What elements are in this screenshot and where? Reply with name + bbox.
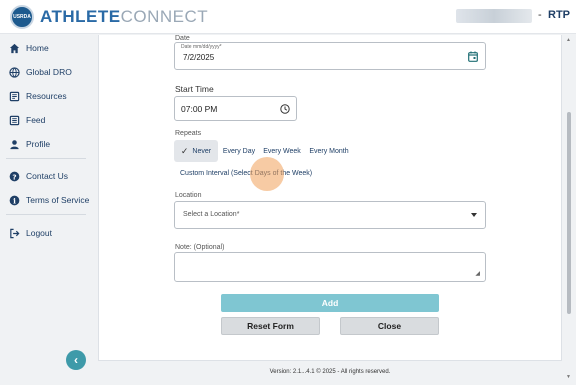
brand-name-light: CONNECT [120, 7, 209, 26]
user-org-code[interactable]: RTP [548, 9, 570, 21]
location-select[interactable]: Select a Location* [174, 201, 486, 229]
date-hint: Date mm/dd/yyyy* [181, 44, 222, 50]
feed-icon [9, 115, 20, 125]
repeat-option-custom-interval[interactable]: Custom Interval (Select Days of the Week… [180, 170, 312, 177]
app-logo[interactable]: ATHLETECONNECT [40, 7, 208, 27]
sidebar-divider [6, 158, 86, 159]
repeats-label: Repeats [175, 130, 202, 137]
note-textarea[interactable]: ◢ [174, 252, 486, 282]
date-label: Date [175, 35, 190, 42]
sidebar-divider [6, 214, 86, 215]
date-field[interactable]: Date mm/dd/yyyy* 7/2/2025 [174, 42, 486, 70]
repeat-option-every-day[interactable]: Every Day [220, 140, 258, 162]
sidebar-item-terms-of-service[interactable]: i Terms of Service [0, 190, 92, 210]
brand-name-bold: ATHLETE [40, 7, 121, 26]
sidebar-item-profile[interactable]: Profile [0, 134, 92, 154]
clock-icon[interactable] [280, 104, 290, 114]
repeat-option-label: Every Week [263, 147, 301, 155]
footer-version: Version: 2.1...4.1 © 2025 - All rights r… [269, 369, 391, 375]
sidebar-item-label: Home [26, 43, 49, 53]
scrollbar-thumb[interactable] [567, 112, 571, 314]
sidebar-item-label: Contact Us [26, 171, 69, 181]
info-icon: i [9, 195, 20, 205]
repeat-option-every-month[interactable]: Every Month [306, 140, 352, 162]
start-time-value: 07:00 PM [181, 104, 218, 114]
svg-text:?: ? [12, 172, 16, 181]
scroll-down-arrow-icon[interactable]: ▼ [566, 374, 571, 380]
repeat-option-never[interactable]: ✓ Never [174, 140, 218, 162]
sidebar-item-label: Logout [26, 228, 52, 238]
add-button[interactable]: Add [221, 294, 439, 312]
reset-form-button[interactable]: Reset Form [221, 317, 320, 335]
sidebar-item-label: Profile [26, 139, 51, 149]
question-icon: ? [9, 171, 20, 181]
sidebar-item-home[interactable]: Home [0, 38, 92, 58]
sidebar-item-global-dro[interactable]: Global DRO [0, 62, 92, 82]
book-icon [9, 91, 20, 101]
user-name-blurred [456, 9, 532, 23]
click-highlight [250, 157, 284, 191]
sidebar-item-label: Feed [26, 115, 46, 125]
top-bar: USRDA ATHLETECONNECT - RTP [0, 0, 576, 34]
sidebar-item-feed[interactable]: Feed [0, 110, 92, 130]
location-placeholder: Select a Location* [183, 211, 240, 218]
resize-handle-icon[interactable]: ◢ [475, 270, 480, 277]
location-label: Location [175, 192, 202, 199]
repeat-option-label: Every Month [309, 147, 349, 155]
user-separator: - [538, 9, 542, 21]
svg-text:i: i [13, 196, 16, 205]
note-label: Note: (Optional) [175, 244, 225, 251]
date-value: 7/2/2025 [183, 53, 215, 62]
sidebar: Home Global DRO Resources Feed Profile ?… [0, 35, 92, 385]
start-time-label: Start Time [175, 84, 214, 94]
sidebar-item-label: Global DRO [26, 67, 72, 77]
globe-icon [9, 66, 20, 78]
sidebar-item-resources[interactable]: Resources [0, 86, 92, 106]
logo-badge: USRDA [10, 5, 34, 29]
chevron-left-icon: ‹ [74, 353, 78, 367]
sidebar-item-logout[interactable]: Logout [0, 223, 92, 243]
collapse-sidebar-button[interactable]: ‹ [66, 350, 86, 370]
sidebar-item-label: Resources [26, 91, 67, 101]
repeat-option-label: Never [192, 147, 212, 155]
check-icon: ✓ [180, 145, 189, 156]
logout-icon [10, 228, 20, 238]
event-form-panel [98, 35, 562, 361]
start-time-field[interactable]: 07:00 PM [174, 96, 297, 121]
sidebar-item-contact-us[interactable]: ? Contact Us [0, 166, 92, 186]
calendar-icon[interactable] [468, 51, 478, 62]
user-icon [10, 139, 19, 149]
home-icon [9, 43, 20, 53]
close-button[interactable]: Close [340, 317, 439, 335]
repeat-option-label: Every Day [222, 147, 256, 155]
caret-down-icon [471, 213, 477, 217]
logo-badge-text: USRDA [13, 14, 31, 20]
sidebar-item-label: Terms of Service [26, 195, 90, 205]
